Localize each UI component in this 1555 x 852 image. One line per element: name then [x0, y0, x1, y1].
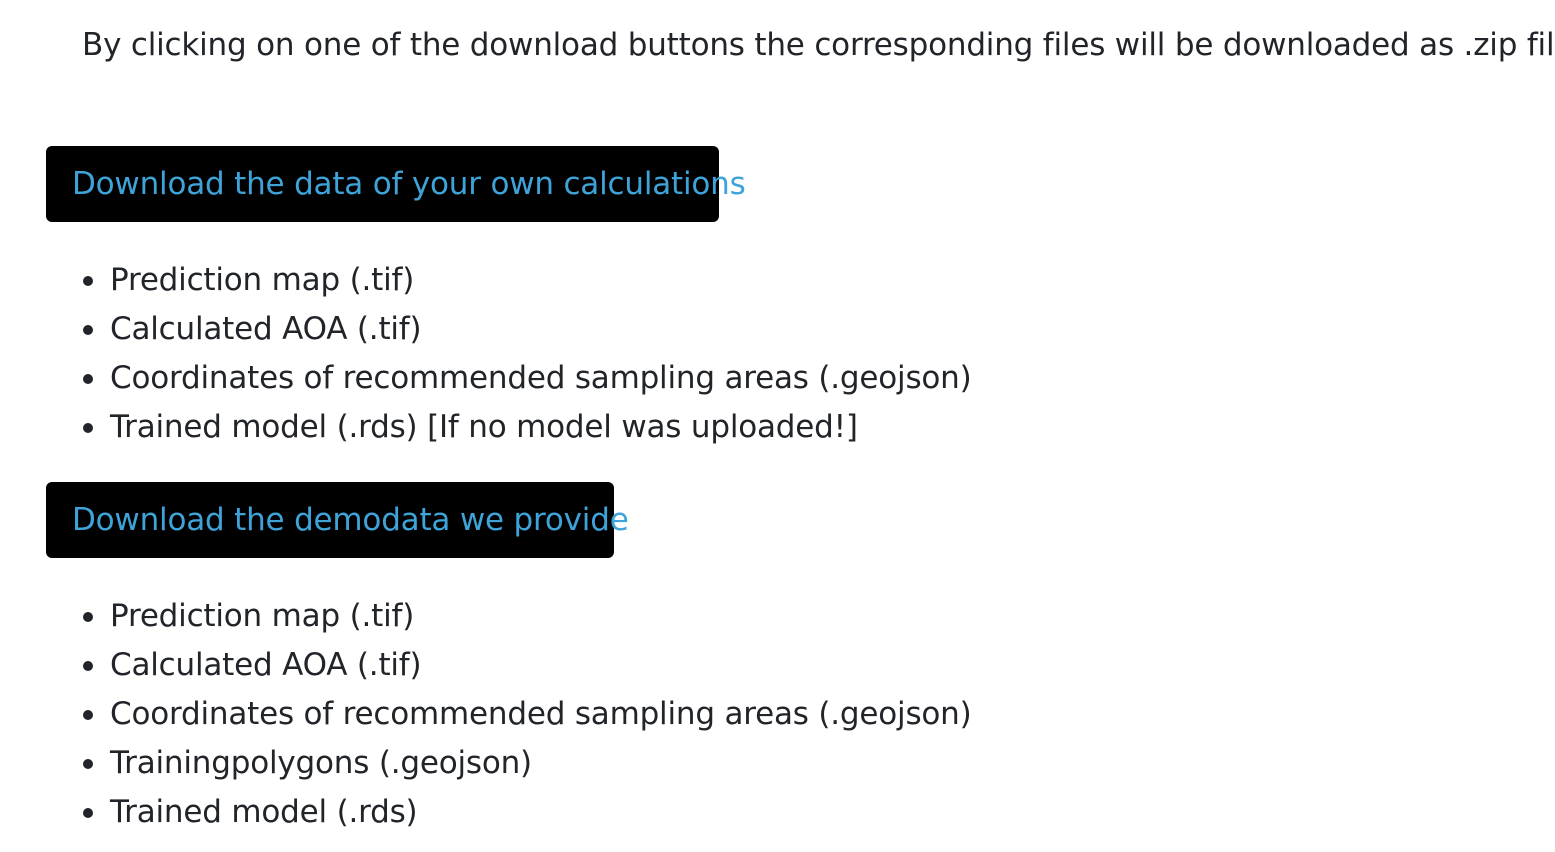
list-item: Trained model (.rds): [83, 788, 972, 837]
list-item: Coordinates of recommended sampling area…: [83, 354, 972, 403]
list-item: Prediction map (.tif): [83, 256, 972, 305]
demodata-file-list: Prediction map (.tif) Calculated AOA (.t…: [83, 592, 972, 837]
download-demodata-button[interactable]: Download the demodata we provide: [46, 482, 629, 558]
list-item-label: Prediction map (.tif): [110, 598, 415, 634]
list-item-label: Coordinates of recommended sampling area…: [110, 696, 972, 732]
download-instructions: By clicking on one of the download butto…: [82, 27, 1555, 63]
list-item-label: Trainingpolygons (.geojson): [110, 745, 532, 781]
bullet-icon: [83, 759, 93, 769]
bullet-icon: [83, 612, 93, 622]
list-item: Trained model (.rds) [If no model was up…: [83, 403, 972, 452]
own-data-file-list: Prediction map (.tif) Calculated AOA (.t…: [83, 256, 972, 452]
bullet-icon: [83, 325, 93, 335]
list-item: Trainingpolygons (.geojson): [83, 739, 972, 788]
list-item-label: Prediction map (.tif): [110, 262, 415, 298]
bullet-icon: [83, 423, 93, 433]
bullet-icon: [83, 276, 93, 286]
bullet-icon: [83, 808, 93, 818]
download-own-data-button[interactable]: Download the data of your own calculatio…: [46, 146, 746, 222]
list-item: Calculated AOA (.tif): [83, 305, 972, 354]
bullet-icon: [83, 661, 93, 671]
list-item-label: Calculated AOA (.tif): [110, 311, 422, 347]
list-item-label: Coordinates of recommended sampling area…: [110, 360, 972, 396]
list-item-label: Trained model (.rds): [110, 794, 418, 830]
list-item: Prediction map (.tif): [83, 592, 972, 641]
bullet-icon: [83, 710, 93, 720]
bullet-icon: [83, 374, 93, 384]
list-item: Calculated AOA (.tif): [83, 641, 972, 690]
list-item-label: Trained model (.rds) [If no model was up…: [110, 409, 858, 445]
list-item-label: Calculated AOA (.tif): [110, 647, 422, 683]
list-item: Coordinates of recommended sampling area…: [83, 690, 972, 739]
